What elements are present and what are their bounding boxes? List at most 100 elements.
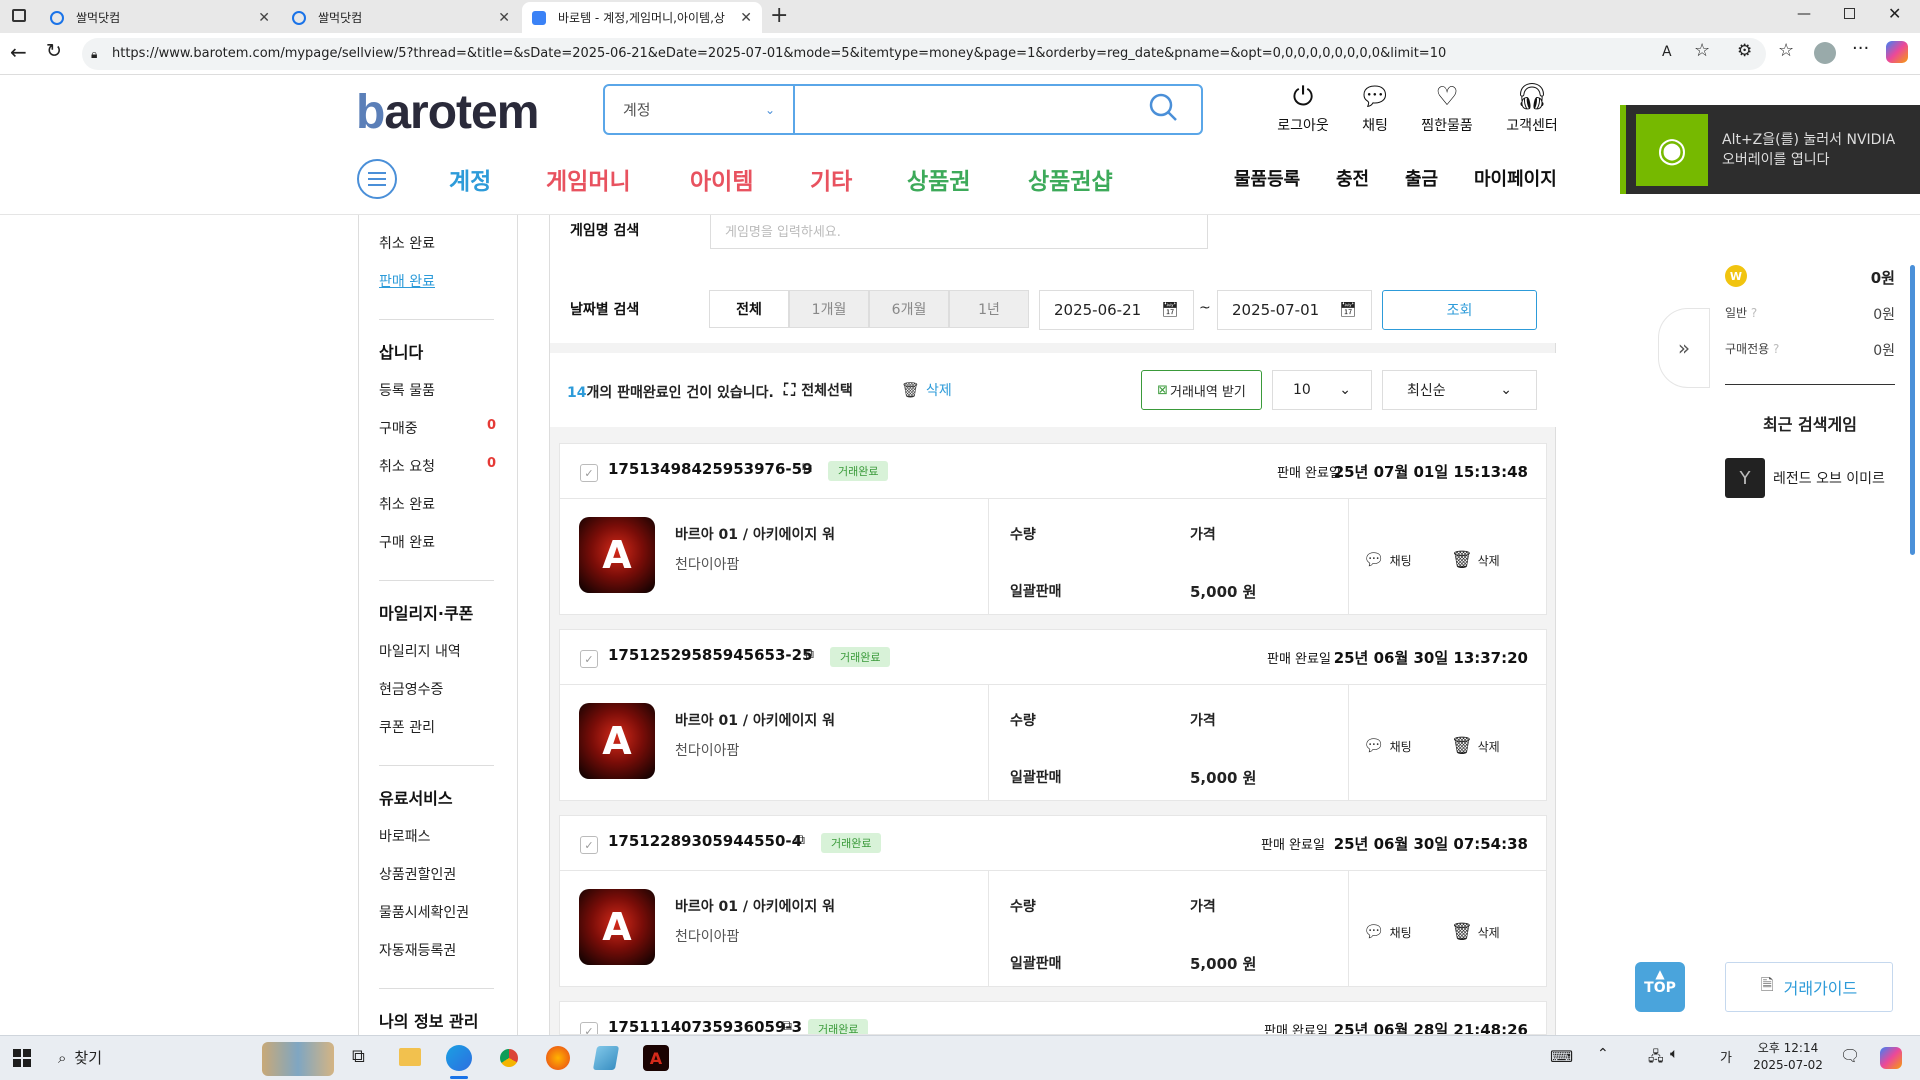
period-1year-button[interactable]: 1년	[949, 290, 1029, 328]
nav-charge[interactable]: 충전	[1336, 165, 1369, 191]
sidebar-item-cancel-request[interactable]: 취소 요청	[379, 456, 435, 476]
sidebar-item-buy-cancel-done[interactable]: 취소 완료	[379, 494, 435, 514]
scroll-top-button[interactable]: ▲ TOP	[1635, 962, 1685, 1012]
taskbar-search[interactable]: ⌕ 찾기	[58, 1047, 102, 1068]
close-window-icon[interactable]: ✕	[1888, 4, 1901, 23]
nav-withdraw[interactable]: 출금	[1405, 165, 1438, 191]
more-menu-icon[interactable]: ···	[1852, 38, 1869, 59]
order-checkbox[interactable]: ✓	[580, 464, 598, 482]
browser-tab-2[interactable]: 쌀먹닷컴 ✕	[282, 2, 520, 33]
ime-icon[interactable]: 가	[1720, 1047, 1732, 1066]
keyboard-icon[interactable]: ⌨︎	[1550, 1047, 1573, 1066]
sidebar-item-giftcard-discount[interactable]: 상품권할인권	[379, 864, 456, 884]
tray-chevron-icon[interactable]: ⌃	[1597, 1046, 1609, 1062]
order-checkbox[interactable]: ✓	[580, 1022, 598, 1034]
nav-register-item[interactable]: 물품등록	[1234, 165, 1300, 191]
close-tab-icon[interactable]: ✕	[740, 10, 752, 26]
nav-category-game-money[interactable]: 게임머니	[546, 162, 631, 196]
game-search-input[interactable]: 게임명을 입력하세요.	[710, 215, 1208, 249]
sidebar-item-registered[interactable]: 등록 물품	[379, 380, 435, 400]
copy-icon[interactable]: ⧉	[802, 460, 812, 476]
volume-icon[interactable]: 🔈︎	[1670, 1046, 1678, 1062]
sidebar-item-baropass[interactable]: 바로패스	[379, 826, 431, 846]
delete-selected-button[interactable]: 🗑︎ 삭제	[901, 380, 952, 400]
sidebar-item-auto-reregister[interactable]: 자동재등록권	[379, 940, 456, 960]
sort-select[interactable]: 최신순 ⌄	[1382, 370, 1537, 410]
firefox-icon[interactable]	[546, 1046, 570, 1070]
nvidia-overlay-toast[interactable]: ◉ Alt+Z을(를) 눌러서 NVIDIA 오버레이를 엽니다	[1620, 105, 1920, 194]
minimize-icon[interactable]: —	[1797, 6, 1811, 22]
file-explorer-icon[interactable]	[399, 1048, 421, 1066]
game-thumbnail-image[interactable]: A	[579, 517, 655, 593]
page-scrollbar[interactable]	[1910, 265, 1915, 555]
select-all-button[interactable]: ⛶ 전체선택	[784, 380, 853, 400]
taskbar-clock[interactable]: 오후 12:14 2025-07-02	[1748, 1040, 1828, 1074]
copilot-taskbar-icon[interactable]	[1880, 1047, 1902, 1069]
recent-game-item[interactable]: Y 레전드 오브 이미르	[1725, 458, 1885, 498]
order-delete-button[interactable]: 🗑︎ 삭제	[1451, 736, 1500, 756]
url-input[interactable]: 🔒︎ https://www.barotem.com/mypage/sellvi…	[82, 38, 1766, 70]
barotem-logo[interactable]: barotem	[356, 85, 539, 140]
nav-mypage[interactable]: 마이페이지	[1474, 165, 1557, 191]
game-thumbnail-image[interactable]: A	[579, 889, 655, 965]
read-aloud-icon[interactable]: A	[1662, 44, 1672, 60]
favorites-icon[interactable]: ☆	[1778, 40, 1794, 61]
copy-icon[interactable]: ⧉	[795, 832, 805, 848]
trade-guide-button[interactable]: 🗎 거래가이드	[1725, 962, 1893, 1012]
sidebar-item-price-check[interactable]: 물품시세확인권	[379, 902, 469, 922]
notification-icon[interactable]: 🗨︎	[1840, 1046, 1860, 1065]
expand-panel-button[interactable]: »	[1658, 308, 1710, 388]
game-thumbnail-image[interactable]: A	[579, 703, 655, 779]
task-view-icon[interactable]: ⧉	[352, 1046, 365, 1067]
period-6month-button[interactable]: 6개월	[869, 290, 949, 328]
sidebar-item-coupon[interactable]: 쿠폰 관리	[379, 717, 435, 737]
browser-tab-3-active[interactable]: 바로템 - 계정,게임머니,아이템,상 ✕	[522, 2, 762, 33]
copy-icon[interactable]: ⧉	[782, 1018, 792, 1034]
nav-category-account[interactable]: 계정	[449, 162, 491, 196]
restore-icon[interactable]	[1844, 8, 1855, 19]
tab-actions-icon[interactable]	[12, 9, 26, 22]
nav-category-item[interactable]: 아이템	[690, 162, 753, 196]
help-icon[interactable]: ?	[1751, 306, 1757, 320]
back-icon[interactable]: ←	[10, 40, 27, 64]
windows-start-icon[interactable]	[13, 1049, 31, 1067]
order-checkbox[interactable]: ✓	[580, 650, 598, 668]
sidebar-item-buy-complete[interactable]: 구매 완료	[379, 532, 435, 552]
sidebar-item-sell-cancel-done[interactable]: 취소 완료	[379, 233, 435, 253]
notes-app-icon[interactable]	[592, 1046, 620, 1070]
sidebar-item-buying[interactable]: 구매중	[379, 418, 418, 438]
profile-avatar-icon[interactable]	[1814, 42, 1836, 64]
close-tab-icon[interactable]: ✕	[258, 10, 270, 26]
order-chat-button[interactable]: 💬︎ 채팅	[1363, 922, 1412, 942]
period-1month-button[interactable]: 1개월	[789, 290, 869, 328]
order-chat-button[interactable]: 💬︎ 채팅	[1363, 736, 1412, 756]
network-icon[interactable]: 🖧︎	[1648, 1046, 1664, 1070]
sidebar-item-sell-complete[interactable]: 판매 완료	[379, 271, 435, 291]
logout-button[interactable]: ⏻ 로그아웃	[1268, 81, 1338, 135]
sidebar-item-cash-receipt[interactable]: 현금영수증	[379, 679, 443, 699]
calendar-icon[interactable]: 📅︎	[1339, 302, 1357, 318]
search-icon[interactable]	[1148, 92, 1178, 122]
reload-icon[interactable]: ↻	[46, 40, 62, 62]
sidebar-item-mileage-history[interactable]: 마일리지 내역	[379, 641, 461, 661]
period-all-button[interactable]: 전체	[709, 290, 789, 328]
new-tab-icon[interactable]: +	[770, 3, 788, 28]
game-app-icon[interactable]: A	[643, 1045, 669, 1071]
nav-category-etc[interactable]: 기타	[810, 162, 852, 196]
nav-category-giftcard-shop[interactable]: 상품권샵	[1028, 162, 1113, 196]
search-category-select[interactable]: 계정 ⌄	[605, 86, 795, 133]
order-delete-button[interactable]: 🗑︎ 삭제	[1451, 922, 1500, 942]
browser-tab-1[interactable]: 쌀먹닷컴 ✕	[40, 2, 280, 33]
start-date-input[interactable]: 2025-06-21 📅︎	[1039, 290, 1194, 330]
search-input[interactable]	[797, 86, 1137, 133]
copy-icon[interactable]: ⧉	[804, 646, 814, 662]
nav-category-giftcard[interactable]: 상품권	[907, 162, 970, 196]
end-date-input[interactable]: 2025-07-01 📅︎	[1217, 290, 1372, 330]
copilot-icon[interactable]	[1886, 41, 1908, 63]
wishlist-button[interactable]: ♡ 찜한물품	[1412, 81, 1482, 135]
edge-icon[interactable]	[446, 1045, 472, 1071]
favorite-star-icon[interactable]: ☆	[1694, 40, 1710, 61]
chrome-icon[interactable]	[497, 1046, 521, 1070]
help-icon[interactable]: ?	[1773, 342, 1779, 356]
extensions-icon[interactable]: ⚙︎	[1737, 41, 1752, 61]
